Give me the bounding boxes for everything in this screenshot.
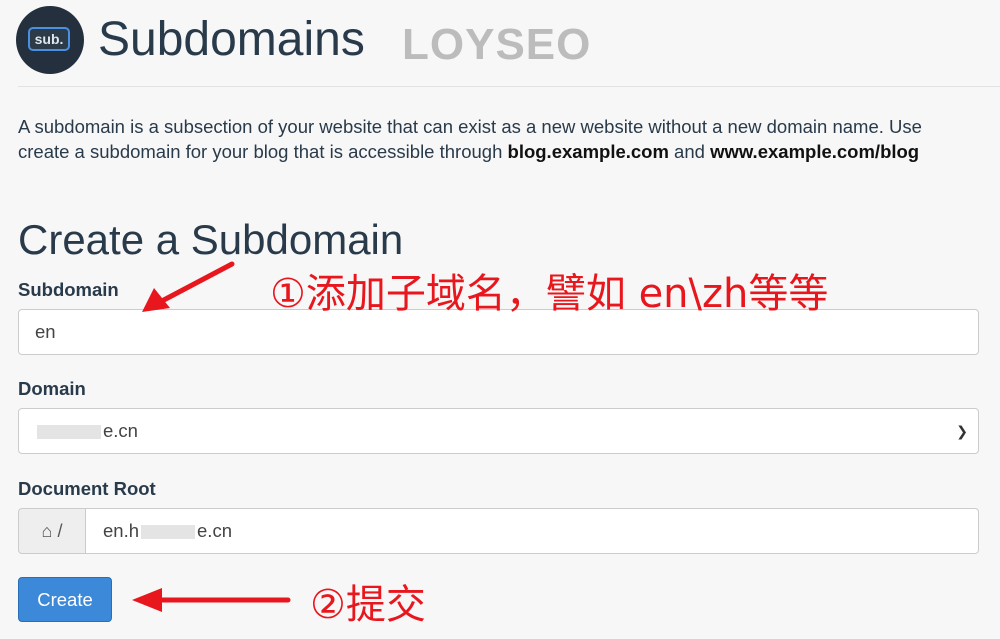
domain-select[interactable]: e.cn ❯ — [18, 408, 979, 454]
annotation-step-1: ①添加子域名，譬如 en\zh等等 — [270, 271, 829, 317]
page-header: sub. Subdomains LOYSEO — [0, 0, 1000, 86]
annotation-arrow-1 — [142, 261, 235, 312]
description-conjunction: and — [668, 141, 711, 162]
document-root-value-start: en.h — [103, 520, 140, 541]
home-icon: ⌂ — [41, 521, 53, 541]
description-text: create a subdomain for your blog that is… — [18, 141, 508, 162]
domain-label: Domain — [18, 378, 86, 399]
create-button[interactable]: Create — [18, 577, 112, 622]
logo-badge: sub. — [28, 27, 70, 51]
redacted-domain-blur — [37, 425, 101, 440]
annotation-step-2: ②提交 — [310, 582, 426, 628]
document-root-prefix: ⌂ / — [18, 508, 86, 554]
document-root-input[interactable]: en.h e.cn — [86, 508, 979, 554]
page-description: A subdomain is a subsection of your webs… — [18, 114, 1000, 164]
document-root-label: Document Root — [18, 478, 156, 499]
example-subdirectory: www.example.com/blog — [710, 141, 920, 162]
chevron-down-icon: ❯ — [956, 423, 968, 439]
domain-select-value: e.cn — [103, 420, 138, 441]
example-subdomain: blog.example.com — [507, 141, 669, 162]
subdomains-logo: sub. — [16, 6, 84, 74]
description-line-2: create a subdomain for your blog that is… — [18, 139, 1000, 164]
header-divider — [18, 86, 1000, 87]
redacted-docroot-blur — [141, 525, 196, 540]
page-title: Subdomains — [98, 13, 365, 66]
watermark-logo: LOYSEO — [402, 20, 592, 69]
description-line-1: A subdomain is a subsection of your webs… — [18, 116, 922, 137]
subdomain-label: Subdomain — [18, 279, 119, 300]
document-root-value-end: e.cn — [197, 520, 232, 541]
document-root-slash: / — [57, 521, 63, 541]
annotation-arrow-2 — [132, 588, 291, 612]
